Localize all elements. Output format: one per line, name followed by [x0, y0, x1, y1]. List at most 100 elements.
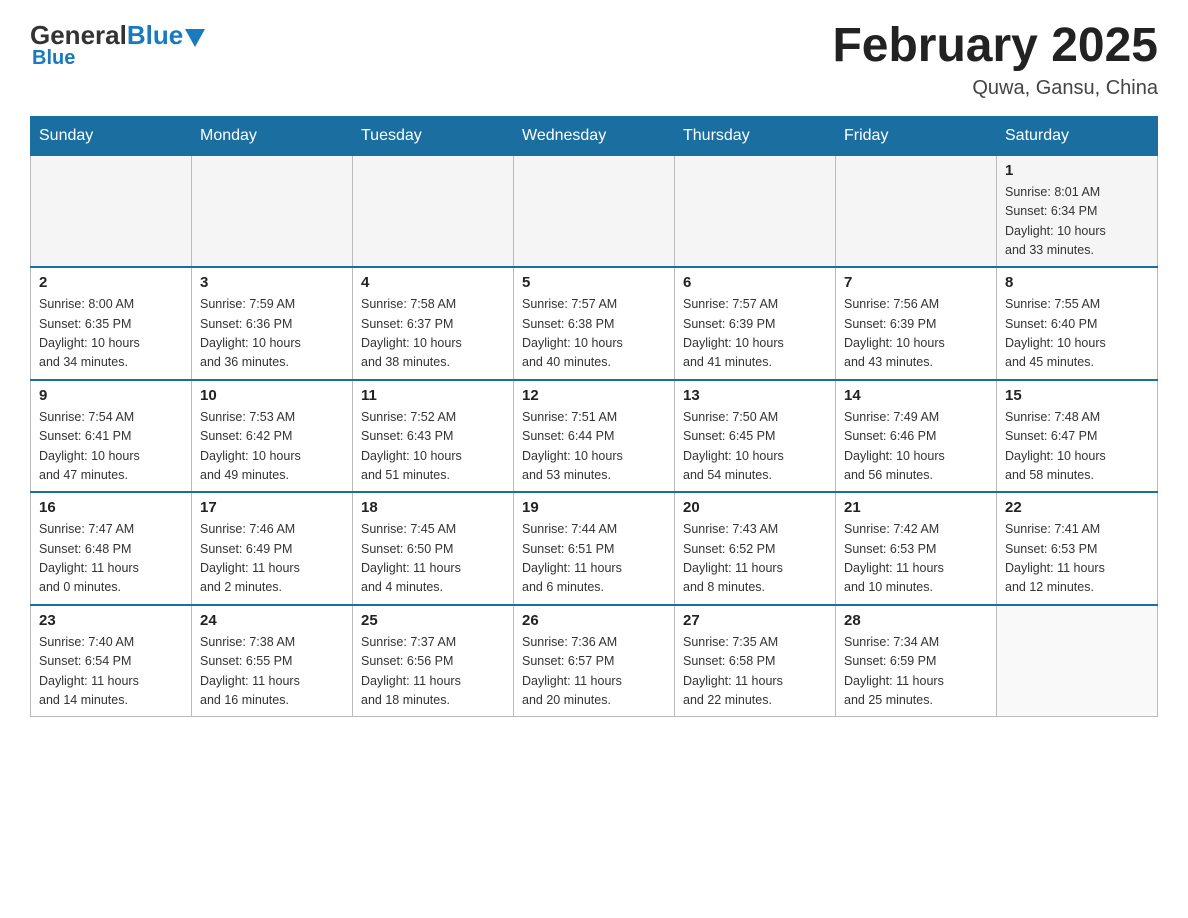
day-number: 4 — [361, 274, 505, 291]
day-number: 21 — [844, 499, 988, 516]
day-info: Sunrise: 7:52 AM Sunset: 6:43 PM Dayligh… — [361, 408, 505, 486]
day-info: Sunrise: 7:59 AM Sunset: 6:36 PM Dayligh… — [200, 295, 344, 373]
calendar-day-cell: 2 Sunrise: 8:00 AM Sunset: 6:35 PM Daylig… — [31, 267, 192, 380]
day-info: Sunrise: 7:46 AM Sunset: 6:49 PM Dayligh… — [200, 520, 344, 598]
calendar-week-row: 1 Sunrise: 8:01 AM Sunset: 6:34 PM Daylig… — [31, 155, 1158, 267]
day-info: Sunrise: 7:41 AM Sunset: 6:53 PM Dayligh… — [1005, 520, 1149, 598]
calendar-day-cell: 6 Sunrise: 7:57 AM Sunset: 6:39 PM Daylig… — [675, 267, 836, 380]
col-saturday: Saturday — [997, 116, 1158, 155]
calendar-day-cell — [997, 605, 1158, 717]
day-number: 22 — [1005, 499, 1149, 516]
day-info: Sunrise: 7:45 AM Sunset: 6:50 PM Dayligh… — [361, 520, 505, 598]
col-wednesday: Wednesday — [514, 116, 675, 155]
calendar-day-cell: 11 Sunrise: 7:52 AM Sunset: 6:43 PM Dayli… — [353, 380, 514, 493]
day-number: 14 — [844, 387, 988, 404]
calendar-day-cell: 25 Sunrise: 7:37 AM Sunset: 6:56 PM Dayli… — [353, 605, 514, 717]
day-info: Sunrise: 8:01 AM Sunset: 6:34 PM Dayligh… — [1005, 183, 1149, 261]
col-thursday: Thursday — [675, 116, 836, 155]
day-number: 23 — [39, 612, 183, 629]
calendar-day-cell: 18 Sunrise: 7:45 AM Sunset: 6:50 PM Dayli… — [353, 492, 514, 605]
day-info: Sunrise: 7:47 AM Sunset: 6:48 PM Dayligh… — [39, 520, 183, 598]
day-info: Sunrise: 7:44 AM Sunset: 6:51 PM Dayligh… — [522, 520, 666, 598]
calendar-week-row: 2 Sunrise: 8:00 AM Sunset: 6:35 PM Daylig… — [31, 267, 1158, 380]
calendar-header-row: Sunday Monday Tuesday Wednesday Thursday… — [31, 116, 1158, 155]
day-info: Sunrise: 7:34 AM Sunset: 6:59 PM Dayligh… — [844, 633, 988, 711]
day-info: Sunrise: 7:50 AM Sunset: 6:45 PM Dayligh… — [683, 408, 827, 486]
calendar-day-cell: 26 Sunrise: 7:36 AM Sunset: 6:57 PM Dayli… — [514, 605, 675, 717]
day-info: Sunrise: 7:40 AM Sunset: 6:54 PM Dayligh… — [39, 633, 183, 711]
day-info: Sunrise: 7:55 AM Sunset: 6:40 PM Dayligh… — [1005, 295, 1149, 373]
calendar-day-cell: 14 Sunrise: 7:49 AM Sunset: 6:46 PM Dayli… — [836, 380, 997, 493]
col-sunday: Sunday — [31, 116, 192, 155]
day-number: 2 — [39, 274, 183, 291]
day-info: Sunrise: 7:36 AM Sunset: 6:57 PM Dayligh… — [522, 633, 666, 711]
calendar-day-cell: 17 Sunrise: 7:46 AM Sunset: 6:49 PM Dayli… — [192, 492, 353, 605]
location-text: Quwa, Gansu, China — [832, 77, 1158, 100]
logo-triangle-icon — [185, 29, 205, 47]
day-number: 16 — [39, 499, 183, 516]
calendar-week-row: 9 Sunrise: 7:54 AM Sunset: 6:41 PM Daylig… — [31, 380, 1158, 493]
calendar-day-cell: 1 Sunrise: 8:01 AM Sunset: 6:34 PM Daylig… — [997, 155, 1158, 267]
calendar-day-cell: 15Sunrise: 7:48 AM Sunset: 6:47 PM Dayli… — [997, 380, 1158, 493]
day-info: Sunrise: 7:38 AM Sunset: 6:55 PM Dayligh… — [200, 633, 344, 711]
day-info: Sunrise: 7:43 AM Sunset: 6:52 PM Dayligh… — [683, 520, 827, 598]
calendar-day-cell: 8Sunrise: 7:55 AM Sunset: 6:40 PM Daylig… — [997, 267, 1158, 380]
day-number: 25 — [361, 612, 505, 629]
day-number: 6 — [683, 274, 827, 291]
day-number: 17 — [200, 499, 344, 516]
calendar-day-cell: 20Sunrise: 7:43 AM Sunset: 6:52 PM Dayli… — [675, 492, 836, 605]
day-number: 28 — [844, 612, 988, 629]
day-info: Sunrise: 7:37 AM Sunset: 6:56 PM Dayligh… — [361, 633, 505, 711]
day-number: 12 — [522, 387, 666, 404]
day-info: Sunrise: 7:42 AM Sunset: 6:53 PM Dayligh… — [844, 520, 988, 598]
day-info: Sunrise: 7:57 AM Sunset: 6:39 PM Dayligh… — [683, 295, 827, 373]
day-number: 11 — [361, 387, 505, 404]
day-number: 9 — [39, 387, 183, 404]
logo-subtitle: Blue — [32, 47, 75, 70]
calendar-day-cell: 4 Sunrise: 7:58 AM Sunset: 6:37 PM Daylig… — [353, 267, 514, 380]
day-number: 24 — [200, 612, 344, 629]
calendar-day-cell: 10 Sunrise: 7:53 AM Sunset: 6:42 PM Dayli… — [192, 380, 353, 493]
day-info: Sunrise: 7:58 AM Sunset: 6:37 PM Dayligh… — [361, 295, 505, 373]
day-info: Sunrise: 7:53 AM Sunset: 6:42 PM Dayligh… — [200, 408, 344, 486]
calendar-day-cell: 16 Sunrise: 7:47 AM Sunset: 6:48 PM Dayli… — [31, 492, 192, 605]
calendar-day-cell: 5Sunrise: 7:57 AM Sunset: 6:38 PM Daylig… — [514, 267, 675, 380]
day-number: 7 — [844, 274, 988, 291]
day-info: Sunrise: 7:54 AM Sunset: 6:41 PM Dayligh… — [39, 408, 183, 486]
calendar-day-cell — [353, 155, 514, 267]
calendar-day-cell — [192, 155, 353, 267]
day-number: 13 — [683, 387, 827, 404]
calendar-week-row: 16 Sunrise: 7:47 AM Sunset: 6:48 PM Dayli… — [31, 492, 1158, 605]
calendar-table: Sunday Monday Tuesday Wednesday Thursday… — [30, 116, 1158, 718]
calendar-day-cell: 19 Sunrise: 7:44 AM Sunset: 6:51 PM Dayli… — [514, 492, 675, 605]
calendar-day-cell — [514, 155, 675, 267]
day-info: Sunrise: 7:56 AM Sunset: 6:39 PM Dayligh… — [844, 295, 988, 373]
calendar-day-cell — [675, 155, 836, 267]
day-number: 18 — [361, 499, 505, 516]
month-title: February 2025 — [832, 20, 1158, 73]
calendar-day-cell: 28 Sunrise: 7:34 AM Sunset: 6:59 PM Dayli… — [836, 605, 997, 717]
calendar-day-cell: 24 Sunrise: 7:38 AM Sunset: 6:55 PM Dayli… — [192, 605, 353, 717]
day-info: Sunrise: 7:49 AM Sunset: 6:46 PM Dayligh… — [844, 408, 988, 486]
page-header: General Blue Blue February 2025 Quwa, Ga… — [30, 20, 1158, 100]
calendar-day-cell: 21 Sunrise: 7:42 AM Sunset: 6:53 PM Dayli… — [836, 492, 997, 605]
day-number: 26 — [522, 612, 666, 629]
day-number: 15 — [1005, 387, 1149, 404]
day-number: 19 — [522, 499, 666, 516]
day-number: 1 — [1005, 162, 1149, 179]
day-number: 3 — [200, 274, 344, 291]
day-info: Sunrise: 7:51 AM Sunset: 6:44 PM Dayligh… — [522, 408, 666, 486]
calendar-day-cell: 12 Sunrise: 7:51 AM Sunset: 6:44 PM Dayli… — [514, 380, 675, 493]
calendar-day-cell: 9 Sunrise: 7:54 AM Sunset: 6:41 PM Daylig… — [31, 380, 192, 493]
col-friday: Friday — [836, 116, 997, 155]
calendar-day-cell: 27Sunrise: 7:35 AM Sunset: 6:58 PM Dayli… — [675, 605, 836, 717]
day-info: Sunrise: 7:35 AM Sunset: 6:58 PM Dayligh… — [683, 633, 827, 711]
col-tuesday: Tuesday — [353, 116, 514, 155]
calendar-day-cell: 3 Sunrise: 7:59 AM Sunset: 6:36 PM Daylig… — [192, 267, 353, 380]
logo-blue-text: Blue — [127, 20, 183, 51]
day-number: 10 — [200, 387, 344, 404]
day-info: Sunrise: 7:57 AM Sunset: 6:38 PM Dayligh… — [522, 295, 666, 373]
calendar-day-cell — [836, 155, 997, 267]
day-info: Sunrise: 8:00 AM Sunset: 6:35 PM Dayligh… — [39, 295, 183, 373]
calendar-day-cell: 7 Sunrise: 7:56 AM Sunset: 6:39 PM Daylig… — [836, 267, 997, 380]
